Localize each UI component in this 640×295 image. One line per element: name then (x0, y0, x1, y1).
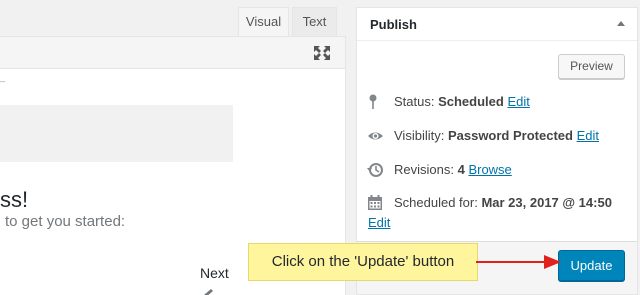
revisions-row: Revisions: 4 Browse (367, 162, 512, 178)
pen-icon (204, 289, 213, 295)
visibility-row: Visibility: Password Protected Edit (367, 128, 599, 144)
status-label: Status: (394, 94, 439, 109)
schedule-value: Mar 23, 2017 @ 14:50 (481, 195, 612, 210)
history-icon (367, 163, 383, 177)
publish-title: Publish (370, 17, 417, 32)
content-heading: ss! (0, 187, 29, 212)
pin-icon (369, 94, 377, 109)
visibility-value: Password Protected (447, 128, 573, 143)
calendar-icon (368, 195, 382, 210)
status-row: Status: Scheduled Edit (367, 94, 530, 110)
arrow-right-icon (476, 255, 561, 269)
schedule-label: Scheduled for: (394, 195, 482, 210)
revisions-browse-link[interactable]: Browse (468, 162, 511, 177)
status-value: Scheduled (438, 94, 504, 109)
editor-toolbar (0, 37, 345, 69)
tab-visual[interactable]: Visual (238, 7, 289, 36)
content-fragment-mark: _ (0, 72, 6, 82)
next-label: Next (200, 265, 229, 281)
visibility-label: Visibility: (394, 128, 448, 143)
annotation-callout: Click on the 'Update' button (248, 243, 478, 281)
content-block (0, 105, 233, 162)
preview-button[interactable]: Preview (558, 54, 625, 79)
status-edit-link[interactable]: Edit (507, 94, 529, 109)
visibility-edit-link[interactable]: Edit (577, 128, 599, 143)
revisions-count: 4 (457, 162, 465, 177)
update-button[interactable]: Update (558, 250, 625, 281)
revisions-label: Revisions: (394, 162, 458, 177)
tab-text[interactable]: Text (292, 7, 337, 36)
eye-icon (368, 132, 383, 140)
schedule-edit-link[interactable]: Edit (368, 215, 390, 230)
triangle-up-icon[interactable] (617, 21, 625, 26)
schedule-row: Scheduled for: Mar 23, 2017 @ 14:50 (367, 195, 612, 211)
content-subline: to get you started: (5, 213, 126, 230)
fullscreen-icon[interactable] (313, 45, 331, 61)
publish-header[interactable]: Publish (357, 8, 637, 41)
